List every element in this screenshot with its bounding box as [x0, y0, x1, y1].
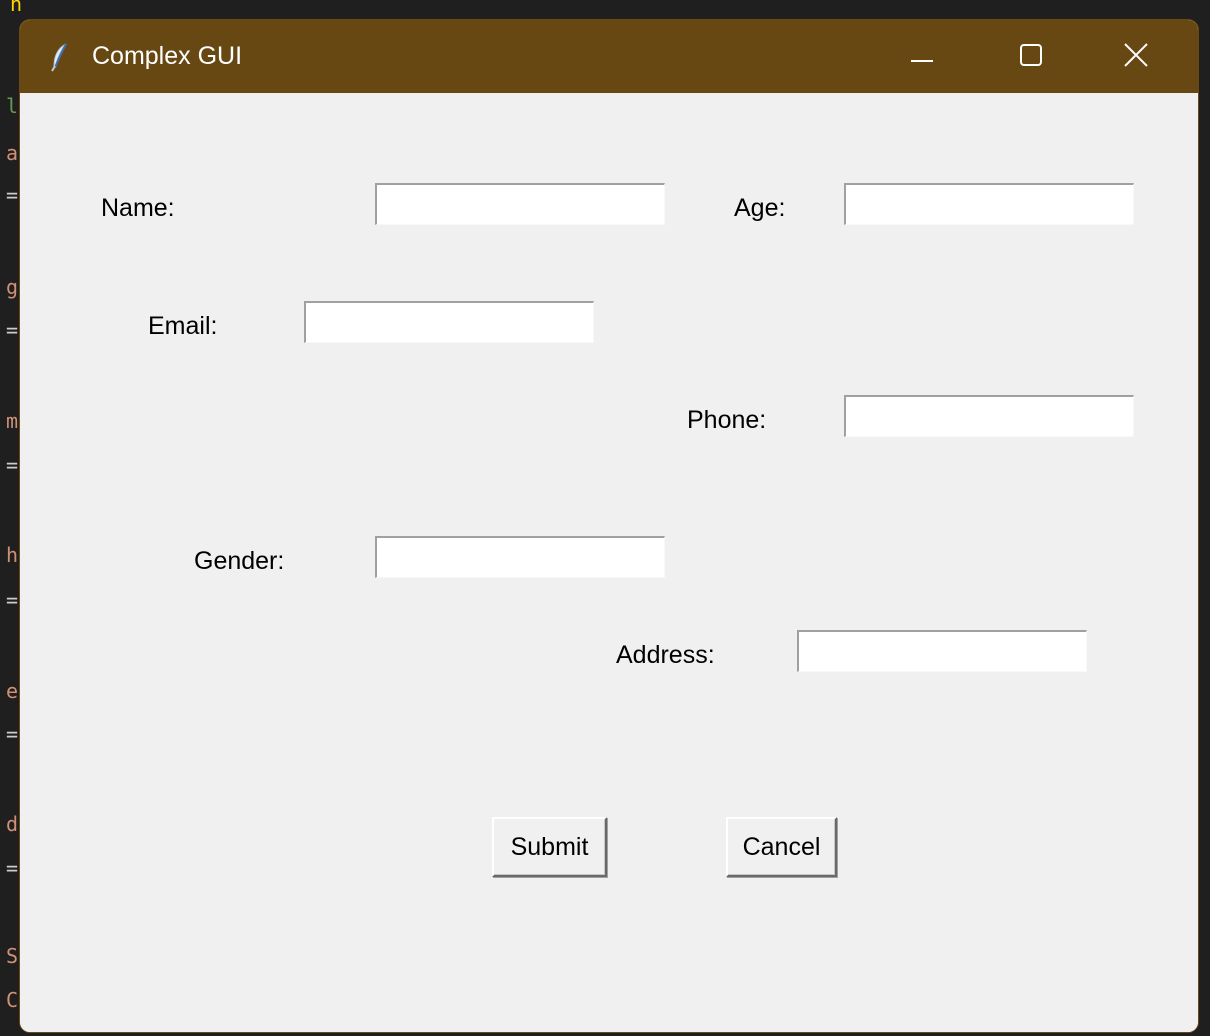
editor-char: =: [6, 856, 19, 880]
maximize-icon: [1019, 43, 1043, 71]
editor-char: n: [10, 0, 23, 16]
minimize-icon: [910, 43, 934, 71]
name-input[interactable]: [375, 183, 665, 225]
gender-label: Gender:: [194, 547, 285, 575]
editor-char: a: [6, 141, 19, 165]
age-input[interactable]: [844, 183, 1134, 225]
feather-icon: [48, 42, 72, 72]
app-window: Complex GUI Name: Age: Email: Phone: Gen…: [20, 20, 1198, 1032]
cancel-button[interactable]: Cancel: [726, 817, 837, 877]
editor-char: h: [6, 543, 19, 567]
submit-button[interactable]: Submit: [492, 817, 607, 877]
editor-char: g: [6, 275, 19, 299]
editor-char: =: [6, 318, 19, 342]
editor-char: e: [6, 679, 19, 703]
close-button[interactable]: [1088, 20, 1184, 93]
editor-char: =: [6, 588, 19, 612]
editor-gutter: n l a = g = m = h = e = d = S C: [0, 0, 22, 1036]
age-label: Age:: [734, 194, 786, 222]
phone-label: Phone:: [687, 406, 767, 434]
maximize-button[interactable]: [983, 20, 1079, 93]
email-label: Email:: [148, 312, 218, 340]
phone-input[interactable]: [844, 395, 1134, 437]
close-icon: [1123, 42, 1149, 72]
editor-char: =: [6, 722, 19, 746]
minimize-button[interactable]: [874, 20, 970, 93]
name-label: Name:: [101, 194, 175, 222]
form-area: Name: Age: Email: Phone: Gender: Address…: [20, 93, 1198, 1032]
editor-char: S: [6, 944, 19, 968]
gender-input[interactable]: [375, 536, 665, 578]
editor-char: d: [6, 812, 19, 836]
editor-char: l: [6, 94, 19, 118]
editor-char: =: [6, 453, 19, 477]
editor-char: =: [6, 183, 19, 207]
address-input[interactable]: [797, 630, 1087, 672]
editor-char: C: [6, 988, 19, 1012]
window-title: Complex GUI: [92, 42, 243, 70]
title-bar[interactable]: Complex GUI: [20, 20, 1198, 93]
editor-char: m: [6, 409, 19, 433]
email-input[interactable]: [304, 301, 594, 343]
address-label: Address:: [616, 641, 715, 669]
